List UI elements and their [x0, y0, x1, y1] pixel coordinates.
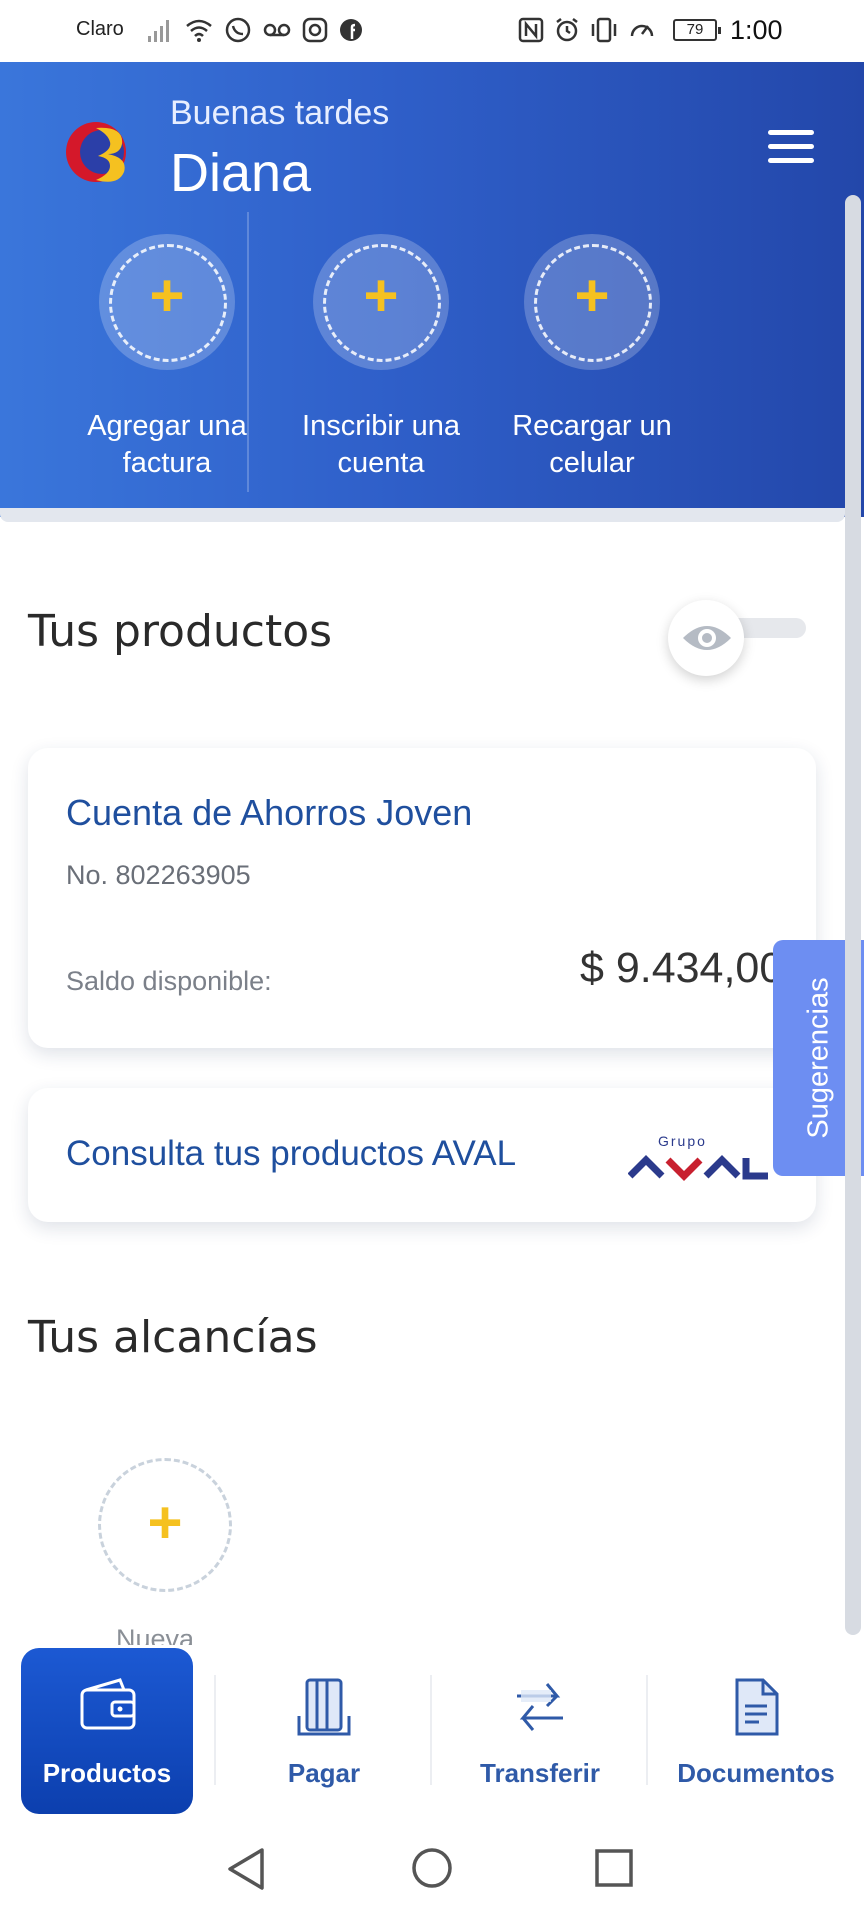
vibrate-icon — [591, 17, 617, 43]
plus-icon: + — [147, 1489, 183, 1556]
nav-documentos[interactable]: Documentos — [670, 1648, 842, 1814]
plus-icon: + — [363, 262, 399, 329]
greeting-text: Buenas tardes — [170, 94, 390, 132]
carrier-label: Claro — [76, 18, 124, 40]
recharge-phone-label-line1: Recargar un — [512, 410, 672, 442]
header-bottom-edge — [0, 508, 845, 522]
aval-products-card[interactable]: Consulta tus productos AVAL Grupo — [28, 1088, 816, 1222]
signal-icon — [148, 20, 169, 42]
account-balance: $ 9.434,00 — [580, 944, 784, 992]
scrollbar[interactable] — [845, 195, 861, 1635]
menu-line — [768, 144, 814, 149]
card-pay-icon — [297, 1678, 351, 1736]
status-left-icons — [146, 16, 364, 44]
piggy-banks-title: Tus alcancías — [28, 1312, 318, 1363]
recharge-phone-label: Recargar un celular — [482, 408, 702, 482]
hamburger-menu-button[interactable] — [768, 130, 814, 166]
status-bar: Claro 79 1:00 — [0, 0, 864, 62]
wifi-icon — [186, 19, 212, 42]
register-account-circle[interactable]: + — [313, 234, 449, 370]
register-account-label-line1: Inscribir una — [302, 410, 460, 442]
data-saver-icon — [630, 24, 654, 37]
new-piggy-bank-label: Nueva — [116, 1624, 195, 1646]
aval-logo-small-text: Grupo — [658, 1133, 707, 1149]
account-card[interactable]: Cuenta de Ahorros Joven No. 802263905 Sa… — [28, 748, 816, 1048]
account-number: No. 802263905 — [66, 860, 251, 890]
add-bill-circle[interactable]: + — [99, 234, 235, 370]
voicemail-icon — [263, 23, 291, 37]
user-name: Diana — [170, 143, 312, 203]
nav-separator — [646, 1675, 648, 1785]
nav-pagar-label: Pagar — [287, 1758, 361, 1788]
register-account-label-line2: cuenta — [337, 447, 425, 479]
home-icon[interactable] — [410, 1846, 454, 1890]
recharge-phone-button[interactable]: + Recargar un celular — [482, 234, 702, 482]
instagram-icon — [302, 17, 328, 43]
wallet-icon — [80, 1678, 136, 1730]
add-bill-label-line2: factura — [122, 447, 212, 479]
whatsapp-icon — [225, 17, 251, 43]
header: Buenas tardes Diana + Agregar una factur… — [0, 62, 864, 517]
suggestions-label: Sugerencias — [802, 977, 834, 1139]
status-right-icons — [517, 16, 657, 44]
battery-indicator: 79 — [673, 19, 721, 41]
bank-logo — [66, 122, 126, 182]
nav-pagar[interactable]: Pagar — [238, 1648, 410, 1814]
plus-icon: + — [574, 262, 610, 329]
transfer-arrows-icon — [517, 1683, 563, 1731]
add-bill-button[interactable]: + Agregar una factura — [57, 234, 277, 482]
status-time: 1:00 — [730, 15, 783, 45]
nav-transferir-label: Transferir — [480, 1758, 600, 1788]
add-bill-label: Agregar una factura — [57, 408, 277, 482]
recents-icon[interactable] — [594, 1848, 634, 1888]
nav-productos[interactable]: Productos — [21, 1648, 193, 1814]
facebook-icon — [340, 19, 362, 41]
system-navigation-bar — [0, 1820, 864, 1920]
aval-products-link[interactable]: Consulta tus productos AVAL — [66, 1134, 516, 1174]
menu-line — [768, 130, 814, 135]
toggle-knob[interactable] — [668, 600, 744, 676]
nav-documentos-label: Documentos — [677, 1758, 835, 1788]
add-bill-label-line1: Agregar una — [87, 410, 247, 442]
nav-separator — [214, 1675, 216, 1785]
register-account-button[interactable]: + Inscribir una cuenta — [271, 234, 491, 482]
recharge-phone-circle[interactable]: + — [524, 234, 660, 370]
nav-productos-label: Productos — [42, 1758, 172, 1788]
balance-label: Saldo disponible: — [66, 966, 272, 996]
document-icon — [735, 1678, 779, 1736]
alarm-icon — [556, 18, 578, 42]
nfc-icon — [518, 17, 544, 43]
back-icon[interactable] — [224, 1846, 268, 1892]
recharge-phone-label-line2: celular — [549, 447, 635, 479]
new-piggy-bank-button[interactable]: + — [98, 1458, 232, 1592]
account-name[interactable]: Cuenta de Ahorros Joven — [66, 792, 472, 834]
register-account-label: Inscribir una cuenta — [271, 408, 491, 482]
nav-separator — [430, 1675, 432, 1785]
menu-line — [768, 158, 814, 163]
products-title: Tus productos — [28, 606, 333, 657]
balance-visibility-toggle[interactable] — [668, 600, 808, 676]
nav-transferir[interactable]: Transferir — [454, 1648, 626, 1814]
plus-icon: + — [149, 262, 185, 329]
bottom-navigation: Productos Pagar Transferir Documentos — [0, 1645, 864, 1820]
eye-icon — [683, 626, 731, 650]
